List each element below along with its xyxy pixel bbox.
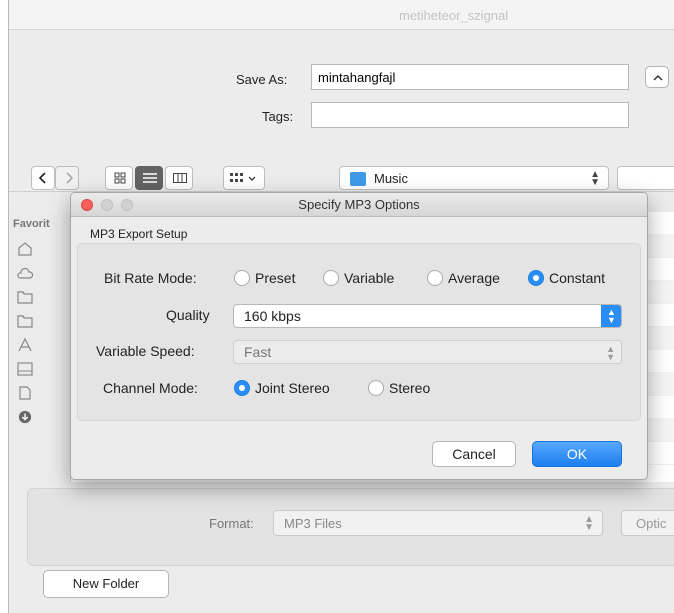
search-field[interactable]: [617, 166, 674, 190]
applications-icon[interactable]: [17, 242, 33, 256]
list-icon: [143, 173, 157, 183]
radio-circle: [234, 270, 250, 286]
save-as-field[interactable]: [311, 64, 629, 90]
variable-speed-select[interactable]: Fast ▲ ▼: [233, 340, 622, 364]
downloads-icon[interactable]: [17, 410, 33, 424]
icon-view-button[interactable]: [105, 166, 133, 190]
back-button[interactable]: [31, 166, 55, 190]
format-select[interactable]: MP3 Files ▲ ▼: [273, 510, 603, 536]
radio-label: Average: [448, 270, 500, 286]
sidebar: Favorit: [9, 212, 71, 482]
apps-icon[interactable]: [17, 338, 33, 352]
radio-joint-stereo[interactable]: Joint Stereo: [234, 380, 330, 396]
radio-label: Joint Stereo: [255, 380, 330, 396]
desktop-icon[interactable]: [17, 362, 33, 376]
list-view-button[interactable]: [135, 166, 163, 190]
music-folder-icon: [350, 172, 366, 186]
radio-preset[interactable]: Preset: [234, 270, 295, 286]
radio-circle: [323, 270, 339, 286]
radio-label: Constant: [549, 270, 606, 286]
chevron-updown-icon: ▲ ▼: [590, 169, 600, 188]
radio-label: Variable: [344, 270, 395, 286]
radio-label: Stereo: [389, 380, 431, 396]
radio-constant[interactable]: Constant: [528, 270, 605, 286]
radio-variable[interactable]: Variable: [323, 270, 394, 286]
variable-speed-value: Fast: [244, 344, 272, 360]
mp3-options-dialog: Specify MP3 Options MP3 Export Setup Bit…: [70, 192, 648, 480]
bit-rate-mode-label: Bit Rate Mode:: [104, 270, 197, 286]
quality-select[interactable]: 160 kbps ▲ ▼: [233, 304, 622, 328]
cancel-button[interactable]: Cancel: [432, 441, 516, 467]
column-view-button[interactable]: [165, 166, 193, 190]
grid-icon: [114, 172, 126, 184]
location-name: Music: [374, 171, 408, 186]
sidebar-header: Favorit: [13, 218, 50, 230]
toolbar: Music ▲ ▼: [9, 158, 674, 192]
format-label: Format:: [209, 516, 254, 531]
chevron-updown-icon: ▲ ▼: [607, 307, 616, 325]
radio-label: Preset: [255, 270, 296, 286]
arrange-button[interactable]: [223, 166, 265, 190]
new-folder-button[interactable]: New Folder: [43, 570, 169, 598]
window-titlebar: metiheteor_szignal: [9, 0, 674, 30]
channel-mode-label: Channel Mode:: [103, 380, 198, 396]
chevron-left-icon: [39, 172, 46, 184]
radio-average[interactable]: Average: [427, 270, 500, 286]
save-as-label: Save As:: [236, 72, 288, 87]
tags-field[interactable]: [311, 102, 629, 128]
radio-stereo[interactable]: Stereo: [368, 380, 430, 396]
cloud-icon[interactable]: [17, 266, 33, 280]
variable-speed-label: Variable Speed:: [96, 343, 195, 359]
radio-circle-selected: [234, 380, 250, 396]
chevron-up-icon: [653, 74, 663, 81]
location-popup[interactable]: Music ▲ ▼: [339, 166, 609, 190]
expand-button[interactable]: [645, 66, 669, 88]
ok-button[interactable]: OK: [532, 441, 622, 467]
bottom-bar: Format: MP3 Files ▲ ▼ Optic New Folder: [9, 482, 674, 613]
columns-icon: [173, 173, 187, 183]
options-button[interactable]: Optic: [621, 510, 674, 536]
forward-button[interactable]: [55, 166, 79, 190]
dialog-titlebar: Specify MP3 Options: [71, 193, 647, 217]
window-title: metiheteor_szignal: [399, 8, 509, 23]
chevron-updown-icon: ▲ ▼: [606, 344, 615, 362]
section-title: MP3 Export Setup: [90, 227, 188, 241]
quality-label: Quality: [166, 307, 210, 323]
options-label: Optic: [636, 516, 667, 531]
folder-icon[interactable]: [17, 290, 33, 304]
save-panel: [9, 30, 674, 150]
format-value: MP3 Files: [284, 516, 342, 531]
radio-circle-selected: [528, 270, 544, 286]
dialog-title: Specify MP3 Options: [298, 197, 420, 212]
tags-label: Tags:: [262, 109, 294, 124]
chevron-updown-icon: ▲ ▼: [584, 514, 594, 533]
documents-icon[interactable]: [17, 386, 33, 400]
radio-circle: [427, 270, 443, 286]
radio-circle: [368, 380, 384, 396]
folder-icon[interactable]: [17, 314, 33, 328]
arrange-icon: [230, 173, 256, 182]
chevron-right-icon: [66, 172, 73, 184]
mp3-export-group: Bit Rate Mode: Preset Variable Average C…: [77, 243, 641, 421]
popup-arrow: ▲ ▼: [601, 305, 621, 327]
quality-value: 160 kbps: [244, 308, 301, 324]
